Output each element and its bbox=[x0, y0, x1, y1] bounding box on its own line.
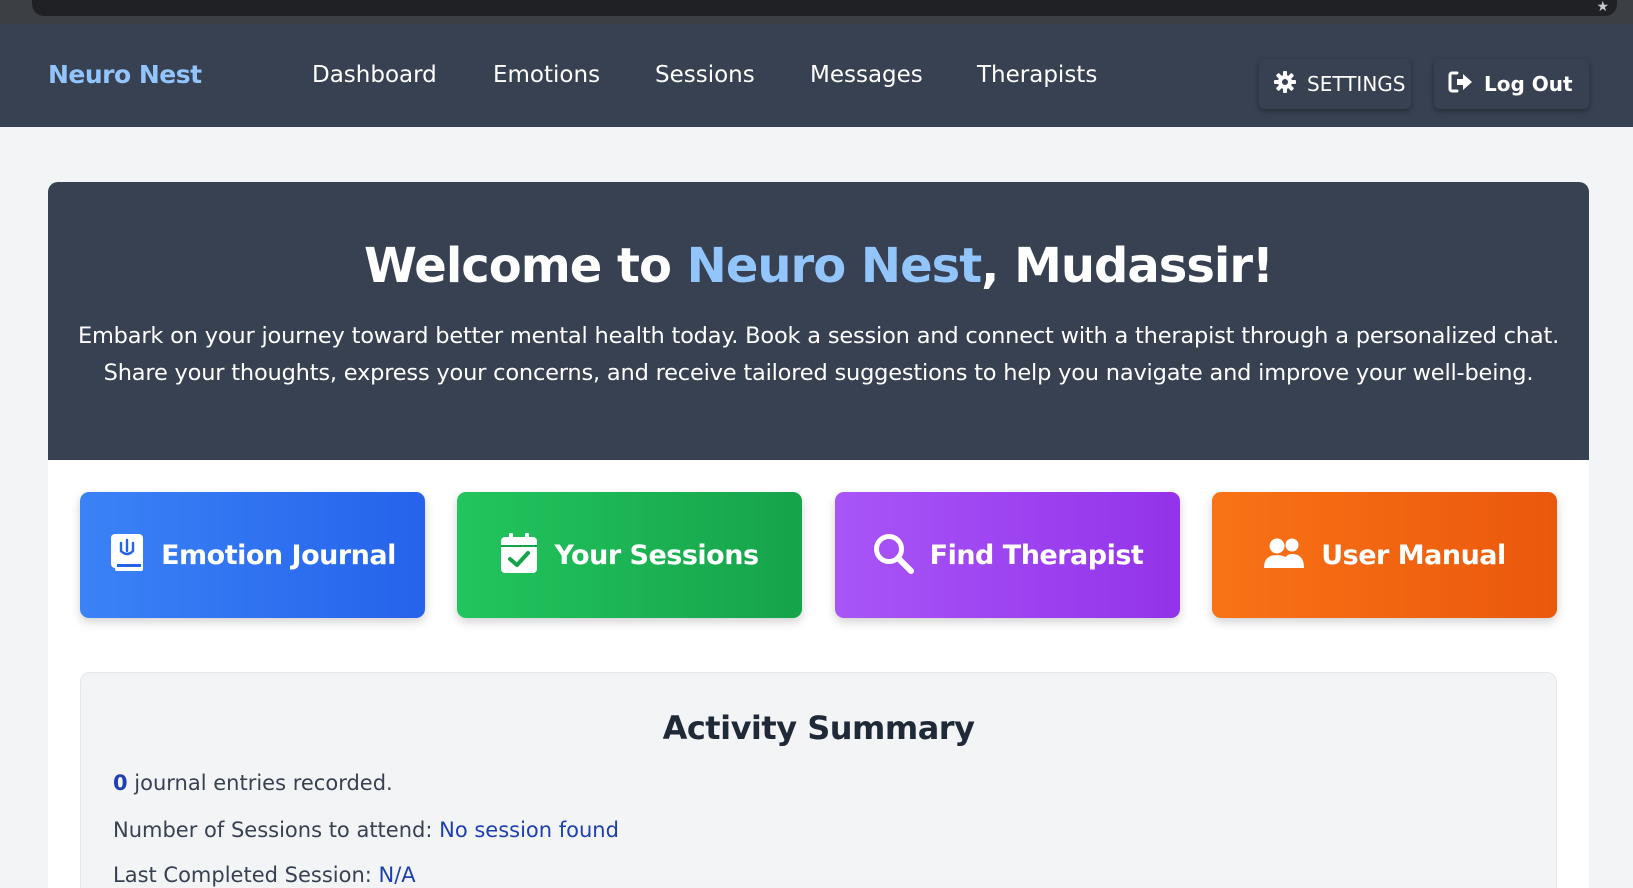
nav-sessions[interactable]: Sessions bbox=[655, 62, 755, 88]
settings-button[interactable]: SETTINGS bbox=[1259, 59, 1411, 109]
browser-chrome: ★ bbox=[0, 0, 1633, 24]
last-session-label: Last Completed Session: bbox=[113, 863, 379, 887]
logout-label: Log Out bbox=[1484, 72, 1573, 96]
nav-dashboard[interactable]: Dashboard bbox=[312, 62, 437, 88]
last-session-value: N/A bbox=[378, 863, 416, 887]
your-sessions-label: Your Sessions bbox=[554, 539, 759, 571]
sessions-value: No session found bbox=[439, 818, 619, 842]
nav-therapists[interactable]: Therapists bbox=[977, 62, 1097, 88]
journal-entries-stat: 0 journal entries recorded. bbox=[113, 771, 393, 795]
activity-summary: Activity Summary 0 journal entries recor… bbox=[80, 672, 1557, 888]
top-navbar: Neuro Nest Dashboard Emotions Sessions M… bbox=[0, 24, 1633, 127]
journal-count: 0 bbox=[113, 771, 128, 795]
find-therapist-button[interactable]: Find Therapist bbox=[835, 492, 1180, 618]
browser-address-bar[interactable] bbox=[32, 0, 1617, 16]
nav-messages[interactable]: Messages bbox=[810, 62, 923, 88]
find-therapist-label: Find Therapist bbox=[929, 539, 1144, 571]
brand-logo[interactable]: Neuro Nest bbox=[48, 60, 202, 89]
nav-emotions[interactable]: Emotions bbox=[493, 62, 600, 88]
dashboard-panel: Emotion Journal Your Sessions Find Thera… bbox=[48, 460, 1589, 888]
sign-out-icon bbox=[1448, 70, 1474, 99]
logout-button[interactable]: Log Out bbox=[1434, 59, 1589, 109]
journal-entries-text: journal entries recorded. bbox=[127, 771, 393, 795]
user-manual-button[interactable]: User Manual bbox=[1212, 492, 1557, 618]
your-sessions-button[interactable]: Your Sessions bbox=[457, 492, 802, 618]
emotion-journal-button[interactable]: Emotion Journal bbox=[80, 492, 425, 618]
emotion-journal-label: Emotion Journal bbox=[161, 539, 396, 571]
activity-summary-title: Activity Summary bbox=[662, 709, 975, 747]
welcome-prefix: Welcome to bbox=[364, 238, 687, 294]
welcome-description: Embark on your journey toward better men… bbox=[77, 323, 1560, 386]
welcome-hero: Welcome to Neuro Nest, Mudassir! Embark … bbox=[48, 182, 1589, 460]
sessions-label: Number of Sessions to attend: bbox=[113, 818, 440, 842]
last-completed-session-stat: Last Completed Session: N/A bbox=[113, 863, 416, 887]
users-icon bbox=[1263, 537, 1305, 574]
search-icon bbox=[872, 532, 914, 579]
journal-icon bbox=[109, 533, 145, 578]
user-manual-label: User Manual bbox=[1321, 539, 1506, 571]
settings-label: SETTINGS bbox=[1307, 72, 1406, 96]
welcome-brand: Neuro Nest bbox=[686, 238, 982, 294]
welcome-user: , Mudassir! bbox=[981, 238, 1274, 294]
gear-icon bbox=[1273, 70, 1297, 99]
welcome-title: Welcome to Neuro Nest, Mudassir! bbox=[48, 238, 1589, 294]
calendar-check-icon bbox=[500, 532, 538, 579]
sessions-to-attend-stat: Number of Sessions to attend: No session… bbox=[113, 818, 619, 842]
bookmark-star-icon[interactable]: ★ bbox=[1596, 0, 1609, 15]
